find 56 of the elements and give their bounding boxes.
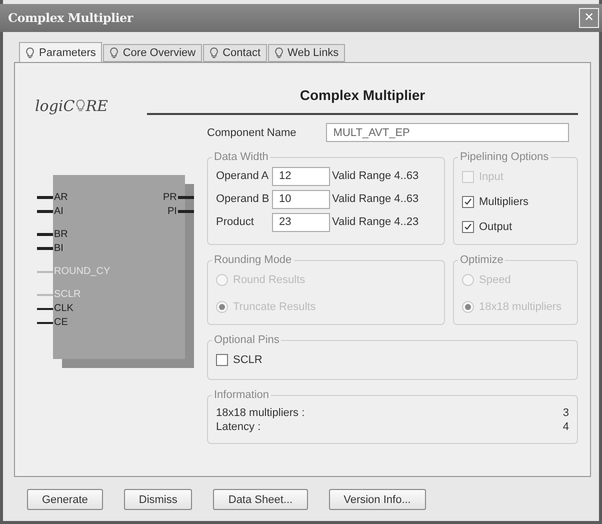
close-button[interactable]: ×: [579, 8, 599, 28]
panel-title: Complex Multiplier: [147, 87, 578, 115]
group-title: Optimize: [459, 254, 504, 266]
checkbox[interactable]: [216, 354, 228, 366]
pin-label: BI: [53, 243, 64, 254]
checkbox[interactable]: [462, 196, 474, 208]
lightbulb-icon: [274, 47, 284, 59]
pin-label: AR: [53, 192, 69, 203]
range-hint: Valid Range 4..23: [332, 216, 420, 228]
input-field[interactable]: 10: [272, 190, 330, 208]
tab[interactable]: Contact: [202, 44, 267, 62]
field-label: Operand A: [216, 170, 270, 182]
field-label: Operand B: [216, 193, 270, 205]
checkbox[interactable]: [462, 220, 474, 232]
checkmark-icon: [464, 222, 472, 230]
group-title: Rounding Mode: [213, 254, 293, 266]
field-label: Product: [216, 216, 255, 228]
pin-label: CLK: [53, 303, 74, 314]
input-field[interactable]: MULT_AVT_EP: [326, 123, 570, 142]
dialog-button[interactable]: Data Sheet...: [213, 489, 308, 510]
lightbulb-icon: [25, 46, 35, 58]
dialog-button[interactable]: Generate: [27, 489, 103, 510]
pin-label: SCLR: [53, 289, 82, 300]
range-hint: Valid Range 4..63: [332, 193, 420, 205]
field-label: Component Name: [207, 126, 296, 138]
tab[interactable]: Web Links: [268, 44, 345, 62]
range-hint: Valid Range 4..63: [332, 170, 420, 182]
group-title: Pipelining Options: [459, 151, 550, 163]
info-value: 4: [562, 421, 569, 433]
pin-label: ROUND_CY: [53, 266, 112, 277]
checkmark-icon: [464, 198, 472, 206]
info-value: 3: [562, 407, 569, 419]
pin-label: AI: [53, 206, 64, 217]
info-label: 18x18 multipliers :: [216, 407, 305, 419]
pin-label: PR: [162, 192, 178, 203]
lightbulb-icon: [108, 47, 119, 59]
checkbox-label: Multipliers: [479, 196, 529, 208]
input-field[interactable]: 12: [272, 166, 330, 186]
checkbox-label: SCLR: [233, 354, 262, 366]
tab[interactable]: Parameters: [19, 42, 102, 62]
info-label: Latency :: [216, 421, 261, 433]
lightbulb-icon: [208, 47, 219, 59]
pin-label: PI: [166, 206, 178, 217]
group-title: Optional Pins: [213, 334, 280, 346]
group-title: Data Width: [213, 151, 270, 163]
dialog-button[interactable]: Dismiss: [124, 489, 192, 510]
checkbox-label: Output: [479, 220, 512, 232]
lightbulb-icon: [74, 99, 86, 113]
tab[interactable]: Core Overview: [102, 44, 202, 62]
pin-label: BR: [53, 229, 69, 240]
dialog-button[interactable]: Version Info...: [328, 489, 426, 510]
pin-label: CE: [53, 317, 69, 328]
input-field[interactable]: 23: [272, 212, 330, 232]
logo: logiC RE: [34, 97, 109, 115]
group-title: Information: [213, 389, 270, 401]
window-title: Complex Multiplier: [8, 11, 133, 25]
